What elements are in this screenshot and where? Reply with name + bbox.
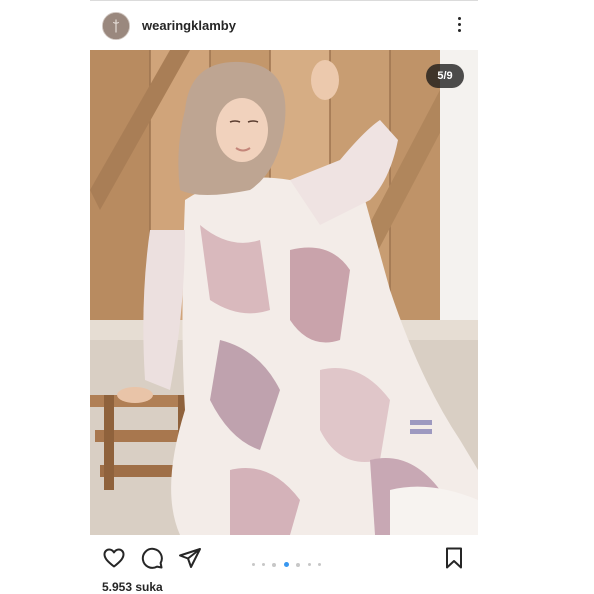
photo-illustration: [90, 50, 478, 535]
heart-icon[interactable]: [102, 546, 126, 570]
bookmark-icon[interactable]: [442, 546, 466, 570]
post-header: wearingklamby: [90, 6, 478, 46]
carousel-dot: [261, 563, 265, 567]
carousel-dot: [296, 562, 301, 567]
carousel-dot: [318, 563, 322, 567]
carousel-counter: 5/9: [426, 64, 464, 88]
carousel-dot: [272, 562, 277, 567]
action-bar: [90, 541, 478, 575]
carousel-dot: [251, 563, 255, 567]
more-vertical-icon[interactable]: [454, 15, 464, 37]
carousel-dot: [307, 563, 311, 567]
carousel-dot-active: [283, 562, 289, 568]
brand-logo-icon: [103, 13, 129, 39]
instagram-post: wearingklamby 5/9 5.953 suka: [90, 0, 478, 594]
likes-count[interactable]: 5.953 suka: [102, 580, 163, 594]
carousel-indicator: [250, 556, 323, 568]
send-icon[interactable]: [178, 546, 202, 570]
divider: [90, 0, 478, 1]
comment-icon[interactable]: [140, 546, 164, 570]
username[interactable]: wearingklamby: [142, 18, 236, 33]
avatar[interactable]: [102, 12, 130, 40]
post-image[interactable]: 5/9: [90, 50, 478, 535]
